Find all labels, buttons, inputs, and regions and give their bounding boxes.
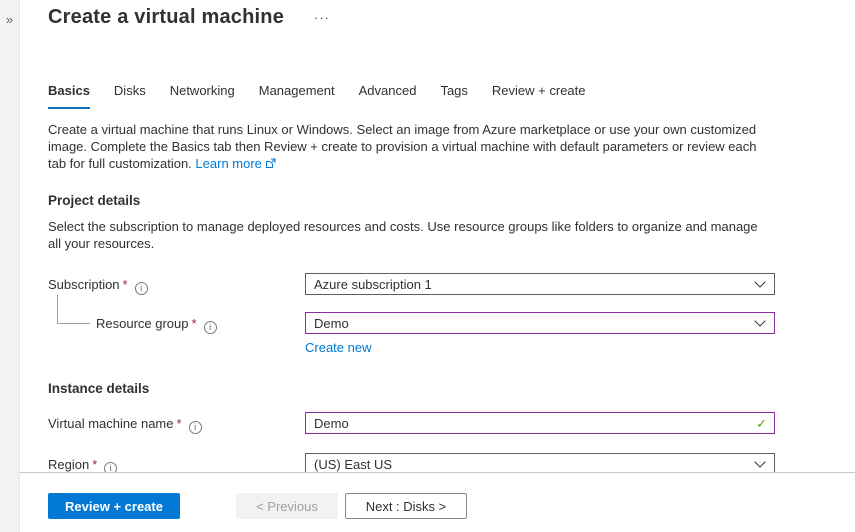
region-select[interactable]: (US) East US: [305, 453, 775, 472]
tab-review-create[interactable]: Review + create: [492, 83, 586, 109]
next-disks-button[interactable]: Next : Disks >: [345, 493, 467, 519]
create-vm-blade: Create a virtual machine ··· Basics Disk…: [20, 0, 855, 472]
learn-more-link[interactable]: Learn more: [195, 156, 261, 171]
blade-footer: Review + create < Previous Next : Disks …: [20, 472, 855, 532]
info-icon[interactable]: i: [204, 321, 217, 334]
page-title: Create a virtual machine: [48, 6, 284, 29]
required-asterisk: *: [192, 316, 197, 331]
region-label: Region* i: [48, 453, 305, 472]
info-icon[interactable]: i: [189, 421, 202, 434]
vm-name-field: ✓: [305, 412, 775, 434]
region-label-text: Region: [48, 457, 89, 472]
chevron-down-icon: [754, 456, 765, 467]
validation-check-icon: ✓: [756, 416, 767, 432]
resource-group-select[interactable]: Demo: [305, 312, 775, 334]
external-link-icon: [265, 156, 276, 173]
instance-details-heading: Instance details: [48, 381, 855, 396]
subscription-label-text: Subscription: [48, 277, 120, 292]
subscription-row: Subscription* i Azure subscription 1: [48, 273, 855, 295]
create-new-resource-group-link[interactable]: Create new: [305, 340, 371, 355]
info-icon[interactable]: i: [104, 462, 117, 473]
tab-strip: Basics Disks Networking Management Advan…: [48, 83, 855, 109]
vm-name-row: Virtual machine name* i ✓: [48, 412, 855, 434]
region-row: Region* i (US) East US: [48, 453, 855, 472]
subscription-label: Subscription* i: [48, 273, 305, 295]
project-details-description: Select the subscription to manage deploy…: [48, 218, 774, 252]
tab-tags[interactable]: Tags: [440, 83, 467, 109]
resource-group-value: Demo: [314, 316, 756, 331]
region-value: (US) East US: [314, 457, 756, 472]
subscription-select[interactable]: Azure subscription 1: [305, 273, 775, 295]
vm-name-input[interactable]: [306, 413, 774, 433]
required-asterisk: *: [92, 457, 97, 472]
subscription-value: Azure subscription 1: [314, 277, 756, 292]
blade-header: Create a virtual machine ···: [48, 6, 855, 29]
intro-paragraph: Create a virtual machine that runs Linux…: [48, 122, 757, 171]
tree-connector-line: [57, 295, 90, 324]
tab-management[interactable]: Management: [259, 83, 335, 109]
required-asterisk: *: [177, 416, 182, 431]
review-create-button[interactable]: Review + create: [48, 493, 180, 519]
vm-name-label-text: Virtual machine name: [48, 416, 174, 431]
resource-group-row: Resource group* i Demo Create new: [48, 312, 855, 357]
intro-text: Create a virtual machine that runs Linux…: [48, 121, 774, 173]
more-options-icon[interactable]: ···: [310, 11, 334, 25]
info-icon[interactable]: i: [135, 282, 148, 295]
collapsed-sidebar: »: [0, 0, 20, 532]
tab-basics[interactable]: Basics: [48, 83, 90, 109]
resource-group-label-text: Resource group: [96, 316, 189, 331]
tab-disks[interactable]: Disks: [114, 83, 146, 109]
chevron-down-icon: [754, 315, 765, 326]
chevron-down-icon: [754, 276, 765, 287]
previous-button: < Previous: [236, 493, 338, 519]
project-details-heading: Project details: [48, 193, 855, 208]
expand-sidebar-icon[interactable]: »: [0, 12, 19, 27]
vm-name-label: Virtual machine name* i: [48, 412, 305, 434]
tab-advanced[interactable]: Advanced: [359, 83, 417, 109]
required-asterisk: *: [123, 277, 128, 292]
tab-networking[interactable]: Networking: [170, 83, 235, 109]
